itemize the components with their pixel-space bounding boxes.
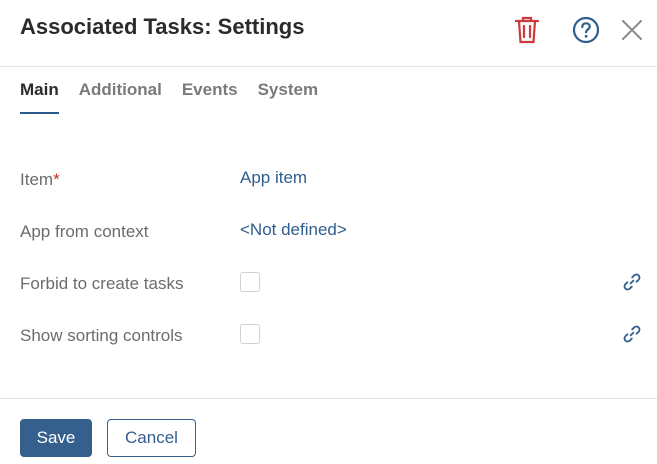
item-label-text: Item xyxy=(20,170,54,189)
show-sorting-controls-label: Show sorting controls xyxy=(20,326,183,345)
cancel-button[interactable]: Cancel xyxy=(107,419,196,457)
footer-divider xyxy=(0,398,657,399)
forbid-create-tasks-checkbox[interactable] xyxy=(240,272,260,292)
close-icon[interactable] xyxy=(620,18,644,42)
app-from-context-label: App from context xyxy=(20,222,149,241)
field-row-forbid-create-tasks: Forbid to create tasks xyxy=(0,270,657,296)
tab-main[interactable]: Main xyxy=(20,80,59,114)
field-row-show-sorting-controls: Show sorting controls xyxy=(0,322,657,348)
item-label: Item* xyxy=(20,170,60,190)
save-button[interactable]: Save xyxy=(20,419,92,457)
app-from-context-value-link[interactable]: <Not defined> xyxy=(240,220,347,240)
show-sorting-controls-checkbox[interactable] xyxy=(240,324,260,344)
forbid-create-tasks-label: Forbid to create tasks xyxy=(20,274,184,293)
field-row-app-from-context: App from context <Not defined> xyxy=(0,218,657,244)
tab-events[interactable]: Events xyxy=(182,80,238,114)
link-icon[interactable] xyxy=(622,272,642,292)
required-mark: * xyxy=(53,170,60,189)
item-value-link[interactable]: App item xyxy=(240,168,307,188)
tab-system[interactable]: System xyxy=(258,80,318,114)
header-divider xyxy=(0,66,657,67)
dialog-header: Associated Tasks: Settings xyxy=(0,0,657,66)
tab-bar: Main Additional Events System xyxy=(20,80,338,114)
help-icon[interactable] xyxy=(572,16,600,44)
trash-icon[interactable] xyxy=(513,15,541,45)
tab-additional[interactable]: Additional xyxy=(79,80,162,114)
dialog-title: Associated Tasks: Settings xyxy=(20,14,305,39)
field-row-item: Item* App item xyxy=(0,166,657,192)
link-icon[interactable] xyxy=(622,324,642,344)
